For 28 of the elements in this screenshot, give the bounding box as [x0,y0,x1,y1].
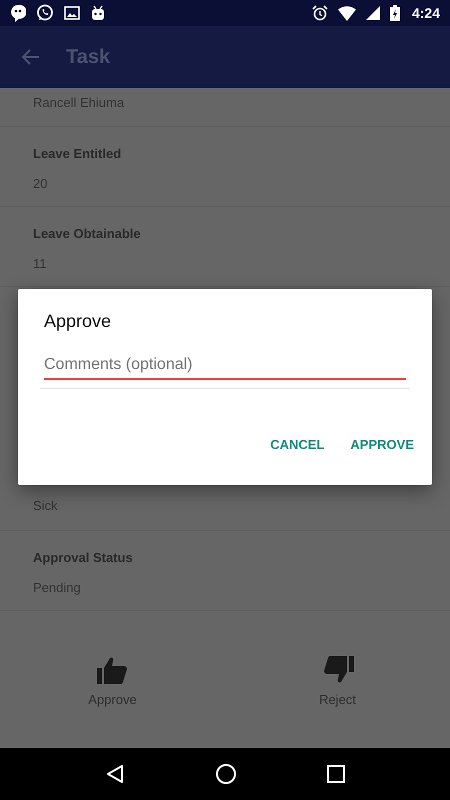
recents-square-icon [327,765,345,783]
home-circle-icon [215,763,237,785]
signal-icon [366,6,380,20]
back-arrow-icon [20,48,40,66]
reject-button[interactable]: Reject [225,656,450,707]
back-button[interactable] [105,764,125,784]
dialog-title: Approve [44,311,112,332]
clock-time: 4:24 [412,5,440,21]
field-label: Leave Obtainable [33,226,142,241]
home-button[interactable] [215,763,237,785]
wifi-icon [338,6,356,20]
alarm-clock-icon [312,5,328,21]
recents-button[interactable] [327,765,345,783]
thumbs-down-icon [322,656,354,684]
chat-bubble-icon [10,4,26,22]
approve-button[interactable]: Approve [0,656,225,707]
field-label: Leave Entitled [33,146,122,161]
field-label: Approval Status [33,550,134,565]
thumbs-up-icon [96,656,128,684]
cancel-button[interactable]: CANCEL [262,429,332,460]
battery-icon [390,5,400,21]
back-triangle-icon [105,764,125,784]
screen-title: Task [66,46,110,68]
image-icon [64,5,80,21]
robot-icon [90,5,106,21]
phone-bubble-icon [36,4,54,22]
confirm-button[interactable]: APPROVE [342,429,422,460]
comments-field[interactable]: Comments (optional) [44,356,406,380]
